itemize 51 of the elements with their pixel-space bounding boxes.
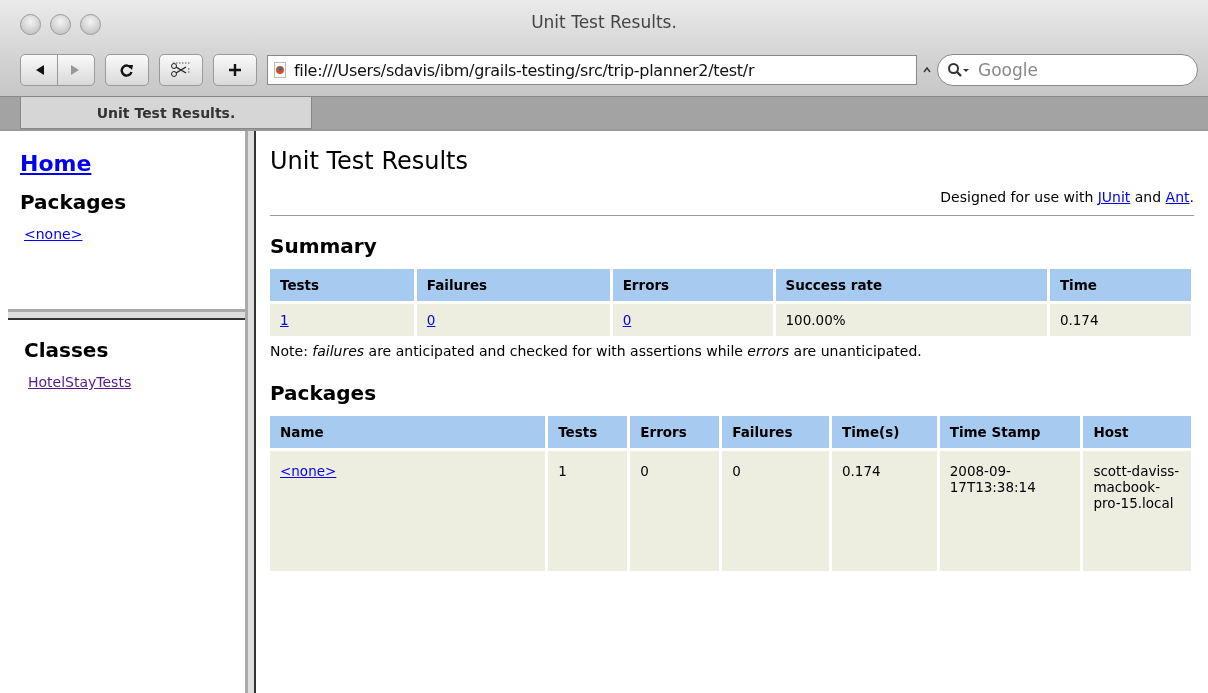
home-link[interactable]: Home [20,151,92,176]
count-link[interactable]: 0 [622,312,632,328]
search-icon[interactable] [947,62,971,78]
cell-text: 0 [732,463,741,479]
column-header: Success rate [775,269,1047,301]
page-title: Unit Test Results [270,147,470,175]
cell-text: 100.00% [785,312,846,328]
class-link[interactable]: HotelStayTests [28,374,132,390]
reload-icon [120,63,134,77]
reload-button[interactable] [105,54,149,86]
caret-icon[interactable] [923,66,931,74]
column-header: Name [270,416,546,448]
credit-link[interactable]: JUnit [1097,189,1131,205]
cell-text: 2008-09-17T13:38:14 [949,463,1036,495]
column-header: Time Stamp [939,416,1081,448]
classes-heading: Classes [24,338,109,362]
column-header: Time(s) [832,416,937,448]
credit-text: . [1189,189,1194,205]
packages-heading: Packages [270,381,378,405]
count-link[interactable]: 0 [426,312,436,328]
add-bookmark-button[interactable] [213,54,257,86]
window-title: Unit Test Results. [531,12,677,32]
cell-text: scott-daviss-macbook-pro-15.local [1093,463,1180,511]
summary-heading: Summary [270,234,378,258]
cell-text: 0.174 [842,463,881,479]
column-header: Errors [630,416,720,448]
scissors-icon [170,62,192,78]
cell-text: 1 [558,463,567,479]
packages-heading: Packages [20,190,127,214]
credit-link[interactable]: Ant [1165,189,1190,205]
browser-tab[interactable]: Unit Test Results. [20,97,312,129]
column-header: Tests [270,269,414,301]
column-header: Failures [722,416,829,448]
column-header: Errors [612,269,773,301]
column-header: Failures [416,269,610,301]
package-link[interactable]: <none> [280,463,337,479]
credit-text: and [1133,189,1163,205]
column-header: Time [1049,269,1191,301]
column-header: Host [1083,416,1191,448]
plus-icon [228,63,242,77]
cell-text: 0 [640,463,649,479]
column-header: Tests [548,416,628,448]
address-field[interactable]: file:///Users/sdavis/ibm/grails-testing/src/trip-planner2/test/r [267,55,917,85]
credit-text: Designed for use with [940,189,1095,205]
cell-text: 0.174 [1059,312,1099,328]
scissors-button[interactable] [159,54,203,86]
search-field[interactable]: Google [937,54,1198,86]
package-link[interactable]: <none> [24,226,83,242]
count-link[interactable]: 1 [280,312,289,328]
note-text: Note: failures are anticipated and checked for with assertions while errors are unanticipated. [270,343,923,359]
url-text: file:///Users/sdavis/ibm/grails-testing/src/trip-planner2/test/r [294,60,755,80]
